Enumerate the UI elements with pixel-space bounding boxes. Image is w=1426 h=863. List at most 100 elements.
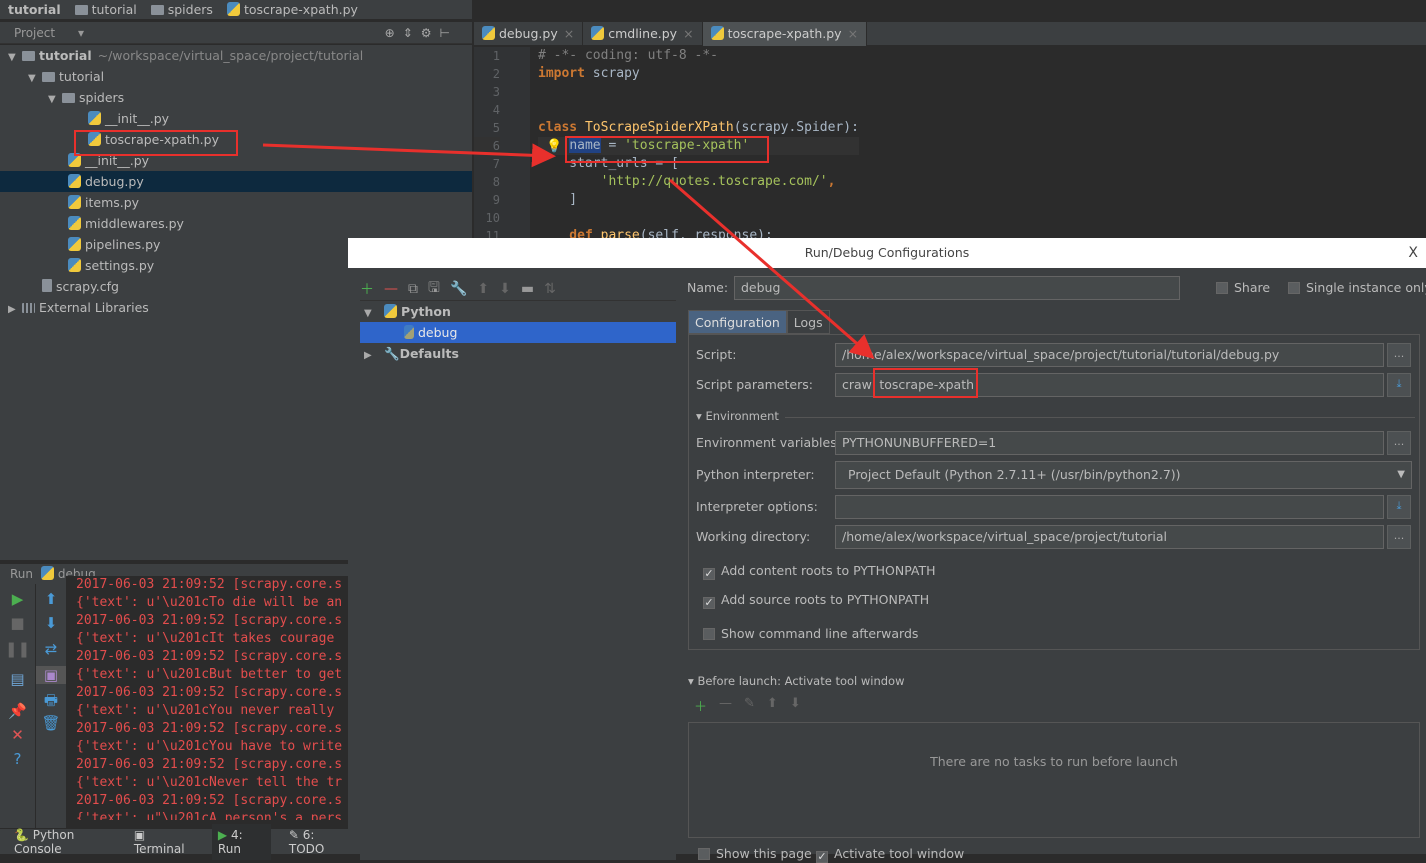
env-vars-label: Environment variables: (696, 435, 841, 450)
soft-wrap-icon[interactable]: ⇄ (36, 640, 66, 658)
tool-tab[interactable]: ▣ Terminal (134, 828, 194, 856)
tree-item[interactable]: debug.py (0, 171, 472, 192)
breadcrumb-item[interactable]: tutorial (74, 2, 137, 17)
lightbulb-icon[interactable]: 💡 (546, 139, 562, 154)
before-launch-section[interactable]: ▾ Before launch: Activate tool window (688, 674, 1420, 688)
browse-button[interactable]: ... (1387, 525, 1411, 549)
name-field[interactable]: debug (734, 276, 1180, 300)
move-down-icon[interactable]: ⬇ (499, 281, 511, 297)
wrench-icon[interactable]: 🔧 (450, 281, 467, 297)
project-tools[interactable]: ⊕⇕⚙⊢ (385, 26, 458, 40)
tree-item[interactable]: __init__.py (0, 150, 472, 171)
up-arrow-icon[interactable]: ⬆ (36, 590, 66, 608)
line-number: 2 (492, 67, 500, 81)
locate-icon[interactable]: ⊕ (385, 26, 403, 40)
close-icon[interactable]: ✕ (0, 726, 35, 744)
move-down-icon[interactable]: ⬇ (790, 696, 801, 715)
tree-item[interactable]: ▼ tutorial (0, 66, 472, 87)
expanded-arrow-icon[interactable]: ▼ (28, 68, 42, 89)
remove-icon[interactable]: — (384, 281, 398, 297)
close-tab-icon[interactable]: × (848, 26, 858, 41)
move-up-icon[interactable]: ⬆ (767, 696, 778, 715)
tool-tab[interactable]: ✎ 6: TODO (289, 828, 348, 856)
collapsed-arrow-icon[interactable]: ▶ (8, 299, 22, 320)
breadcrumb-item[interactable]: spiders (150, 2, 213, 17)
code-token: # -*- coding: utf-8 -*- (538, 48, 719, 63)
code-content[interactable]: # -*- coding: utf-8 -*- import scrapy clas… (538, 47, 859, 245)
divider (785, 417, 1415, 418)
expand-button[interactable]: ⤓ (1387, 495, 1411, 519)
console-line: 2017-06-03 21:09:52 [scrapy.core.s (76, 757, 343, 772)
layout-icon[interactable]: ▤ (0, 670, 35, 688)
tree-item[interactable]: items.py (0, 192, 472, 213)
print-icon[interactable]: 🖶 (36, 690, 66, 715)
working-directory-field[interactable]: /home/alex/workspace/virtual_space/proje… (835, 525, 1384, 549)
add-icon[interactable]: ＋ (694, 696, 707, 715)
tool-tab[interactable]: 🐍 Python Console (14, 828, 116, 856)
tree-item[interactable]: ▼ tutorial ~/workspace/virtual_space/proje… (0, 45, 472, 66)
edit-icon[interactable]: ✎ (744, 696, 755, 715)
close-tab-icon[interactable]: × (683, 26, 693, 41)
save-icon[interactable]: 🖫 (428, 277, 440, 301)
interpreter-select[interactable]: Project Default (Python 2.7.11+ (/usr/bi… (835, 461, 1412, 489)
code-line: # -*- coding: utf-8 -*- (538, 47, 859, 65)
console-output[interactable]: 2017-06-03 21:09:52 [scrapy.core.s {'text… (66, 576, 348, 820)
tree-item[interactable]: __init__.py (0, 108, 472, 129)
activate-tool-window-checkbox[interactable]: ✓ Activate tool window (816, 846, 964, 863)
breadcrumb-item[interactable]: tutorial (8, 2, 61, 17)
sort-icon[interactable]: ⇅ (544, 281, 556, 297)
expanded-arrow-icon[interactable]: ▼ (8, 47, 22, 68)
script-field[interactable]: /home/alex/workspace/virtual_space/proje… (835, 343, 1384, 367)
add-icon[interactable]: ＋ (360, 279, 374, 299)
down-arrow-icon[interactable]: ⬇ (36, 614, 66, 632)
pause-icon[interactable]: ❚❚ (0, 640, 35, 658)
tree-item[interactable]: ▼ spiders (0, 87, 472, 108)
copy-icon[interactable]: ⧉ (408, 281, 418, 297)
move-up-icon[interactable]: ⬆ (477, 281, 489, 297)
tool-tab[interactable]: ▶ 4: Run (211, 823, 271, 860)
script-parameters-field[interactable]: crawl toscrape-xpath (835, 373, 1384, 397)
browse-button[interactable]: ... (1387, 343, 1411, 367)
environment-section[interactable]: ▾ Environment (696, 409, 779, 423)
gear-icon[interactable]: ⚙ (421, 26, 440, 40)
tab-logs[interactable]: Logs (786, 310, 830, 334)
trash-icon[interactable]: 🗑 (36, 714, 66, 732)
close-tab-icon[interactable]: × (564, 26, 574, 41)
share-checkbox[interactable]: Share (1216, 280, 1270, 295)
tree-item[interactable]: middlewares.py (0, 213, 472, 234)
collapse-icon[interactable]: ⇕ (403, 26, 421, 40)
env-vars-button[interactable]: ... (1387, 431, 1411, 455)
tab-configuration[interactable]: Configuration (688, 310, 787, 334)
expand-button[interactable]: ⤓ (1387, 373, 1411, 397)
show-command-line-checkbox[interactable]: Show command line afterwards (703, 626, 918, 641)
line-number: 7 (492, 157, 500, 171)
scroll-to-end-icon[interactable]: ▣ (36, 666, 66, 684)
tree-item-defaults[interactable]: ▶ 🔧Defaults (360, 343, 676, 364)
configuration-panel: Script: /home/alex/workspace/virtual_spa… (688, 334, 1420, 650)
source-roots-checkbox[interactable]: ✓ Add source roots to PYTHONPATH (703, 592, 929, 609)
rerun-icon[interactable]: ▶ (0, 590, 35, 608)
tree-item-python[interactable]: ▼ Python (360, 301, 676, 322)
editor-tab[interactable]: cmdline.py × (583, 22, 703, 46)
tree-item-label: debug.py (85, 174, 144, 189)
folder-icon[interactable]: ▬ (521, 281, 534, 297)
stop-icon[interactable]: ■ (0, 614, 35, 632)
breadcrumb-item[interactable]: toscrape-xpath.py (226, 2, 358, 17)
interpreter-options-field[interactable] (835, 495, 1384, 519)
single-instance-checkbox[interactable]: Single instance only (1288, 280, 1426, 295)
content-roots-checkbox[interactable]: ✓ Add content roots to PYTHONPATH (703, 563, 936, 580)
project-view-dropdown[interactable]: Project ▾ (14, 26, 84, 40)
pin-icon[interactable]: 📌 (0, 702, 35, 720)
env-vars-field[interactable]: PYTHONUNBUFFERED=1 (835, 431, 1384, 455)
help-icon[interactable]: ? (0, 750, 35, 768)
editor-tab[interactable]: toscrape-xpath.py × (702, 22, 868, 46)
tree-item-debug[interactable]: debug (360, 322, 676, 343)
editor-tab[interactable]: debug.py × (474, 22, 584, 46)
close-button[interactable]: X (1408, 238, 1418, 268)
hide-icon[interactable]: ⊢ (440, 26, 458, 40)
expanded-arrow-icon[interactable]: ▼ (48, 89, 62, 110)
code-editor[interactable]: 1 2 3 4 5 6 7 8 9 10 11 # -*- coding: utf-8 -*- imp… (474, 47, 1426, 243)
python-file-icon (68, 153, 81, 167)
tree-item[interactable]: toscrape-xpath.py (0, 129, 472, 150)
remove-icon[interactable]: — (719, 696, 732, 715)
